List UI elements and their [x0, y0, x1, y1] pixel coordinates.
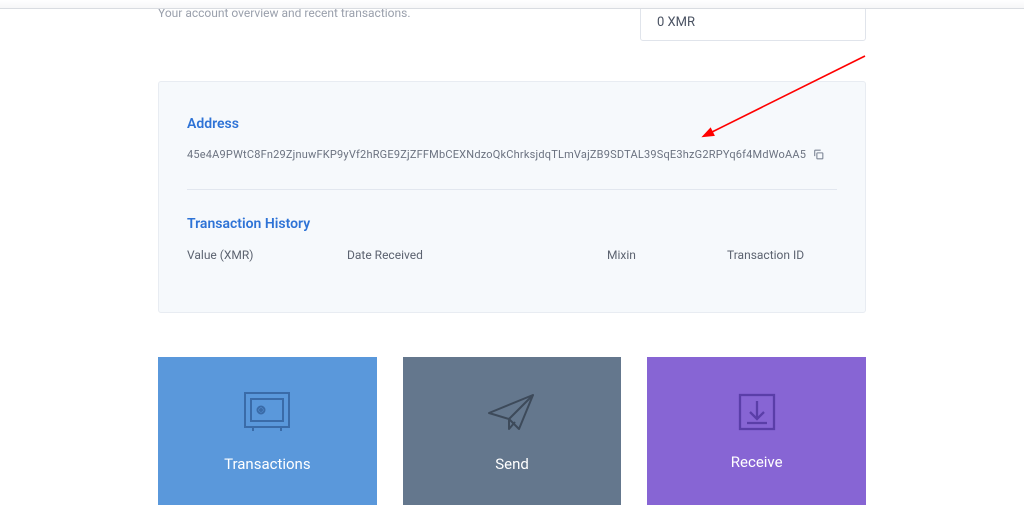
download-icon: [736, 391, 778, 433]
col-mixin: Mixin: [607, 248, 667, 262]
action-cards: Transactions Send Receive: [158, 357, 866, 505]
history-label: Transaction History: [187, 216, 837, 232]
paper-plane-icon: [485, 389, 539, 435]
col-value: Value (XMR): [187, 248, 287, 262]
receive-card[interactable]: Receive: [647, 357, 866, 505]
send-card[interactable]: Send: [403, 357, 622, 505]
balance-box: 0 XMR: [640, 4, 866, 41]
receive-label: Receive: [731, 453, 783, 471]
window-chrome: [0, 0, 1024, 9]
main-panel: Address 45e4A9PWtC8Fn29ZjnuwFKP9yVf2hRGE…: [158, 81, 866, 313]
balance-value: 0 XMR: [657, 15, 695, 30]
vault-icon: [241, 389, 293, 435]
transactions-card[interactable]: Transactions: [158, 357, 377, 505]
address-label: Address: [187, 116, 837, 132]
send-label: Send: [495, 455, 529, 473]
transactions-label: Transactions: [224, 455, 311, 473]
history-header: Value (XMR) Date Received Mixin Transact…: [187, 248, 837, 262]
copy-icon[interactable]: [812, 148, 825, 161]
divider: [187, 189, 837, 190]
col-date: Date Received: [347, 248, 547, 262]
col-txid: Transaction ID: [727, 248, 837, 262]
address-value: 45e4A9PWtC8Fn29ZjnuwFKP9yVf2hRGE9ZjZFFMb…: [187, 148, 806, 161]
